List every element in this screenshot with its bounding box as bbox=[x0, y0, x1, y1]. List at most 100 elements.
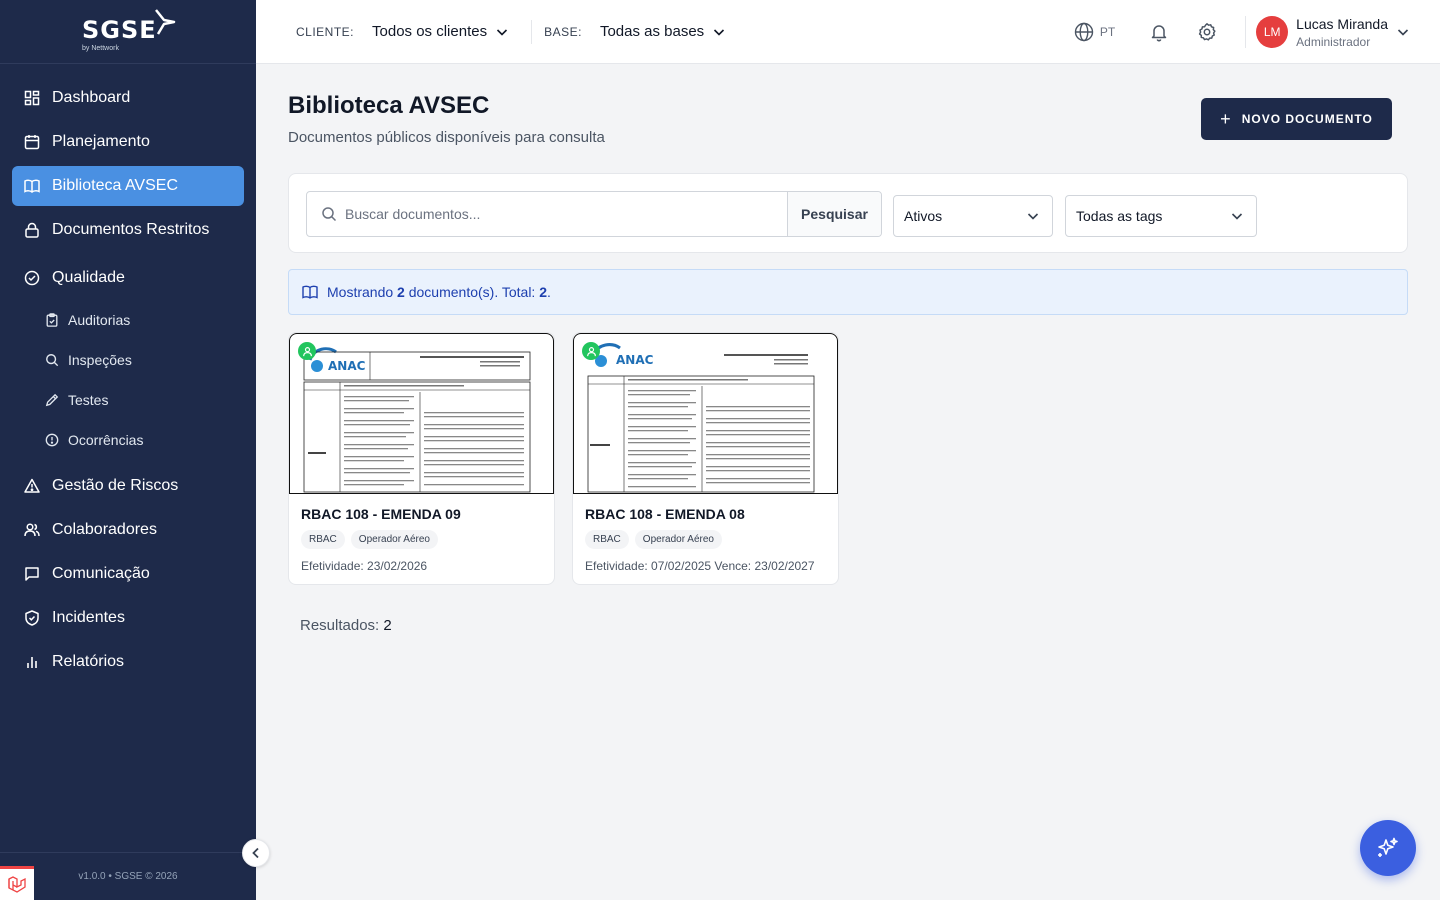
info-suffix: . bbox=[547, 284, 551, 300]
logo-text: SGSE bbox=[82, 15, 157, 44]
sidebar-item-dashboard[interactable]: Dashboard bbox=[12, 78, 244, 118]
search-icon bbox=[44, 352, 60, 368]
language-code: PT bbox=[1099, 25, 1116, 39]
tag-filter-value: Todas as tags bbox=[1076, 208, 1163, 224]
page-title: Biblioteca AVSEC bbox=[288, 92, 490, 119]
users-icon bbox=[24, 522, 40, 538]
debugbar-toggle[interactable] bbox=[0, 866, 34, 900]
app-logo[interactable]: SGSE by Nettwork bbox=[80, 8, 176, 52]
anac-logo-text: ANAC bbox=[328, 359, 366, 373]
sidebar-item-label: Colaboradores bbox=[52, 521, 157, 538]
client-select[interactable]: Todos os clientes bbox=[372, 23, 509, 40]
sidebar-item-colaboradores[interactable]: Colaboradores bbox=[12, 510, 244, 550]
sidebar-subitem-testes[interactable]: Testes bbox=[12, 382, 244, 418]
sidebar-collapse-button[interactable] bbox=[242, 839, 270, 867]
sidebar-item-label: Relatórios bbox=[52, 653, 125, 670]
document-dates: Efetividade: 07/02/2025 Vence: 23/02/202… bbox=[585, 559, 815, 573]
chevron-left-icon bbox=[252, 847, 259, 859]
sidebar-subitem-inspecoes[interactable]: Inspeções bbox=[12, 342, 244, 378]
sidebar-item-biblioteca-avsec[interactable]: Biblioteca AVSEC bbox=[12, 166, 244, 206]
document-tags: RBAC Operador Aéreo bbox=[301, 530, 444, 549]
logo-subtitle: by Nettwork bbox=[82, 44, 119, 52]
check-circle-icon bbox=[24, 270, 40, 286]
sidebar-item-label: Qualidade bbox=[52, 269, 125, 286]
filter-card: Pesquisar Ativos Todas as tags bbox=[288, 173, 1408, 253]
tag-badge: RBAC bbox=[585, 530, 629, 549]
sidebar-subitem-label: Inspeções bbox=[68, 352, 132, 368]
sidebar-subitem-ocorrencias[interactable]: Ocorrências bbox=[12, 422, 244, 458]
gear-icon bbox=[1199, 23, 1216, 41]
sidebar-item-qualidade[interactable]: Qualidade bbox=[12, 258, 244, 298]
search-input[interactable] bbox=[345, 206, 765, 222]
sidebar-nav: Dashboard Planejamento Biblioteca AVSEC … bbox=[0, 64, 256, 682]
public-user-icon bbox=[582, 342, 600, 360]
search-icon bbox=[322, 207, 337, 222]
tag-badge: RBAC bbox=[301, 530, 345, 549]
bell-icon bbox=[1151, 25, 1167, 42]
message-square-icon bbox=[24, 566, 40, 582]
base-select[interactable]: Todas as bases bbox=[600, 23, 726, 40]
document-title: RBAC 108 - EMENDA 08 bbox=[585, 506, 745, 522]
language-selector[interactable]: PT bbox=[1074, 22, 1115, 42]
chevron-down-icon bbox=[1397, 29, 1409, 36]
calendar-icon bbox=[24, 134, 40, 150]
shield-check-icon bbox=[24, 610, 40, 626]
sidebar-subitem-label: Auditorias bbox=[68, 312, 131, 328]
chevron-down-icon bbox=[714, 28, 725, 36]
user-menu[interactable]: LM Lucas Miranda Administrador bbox=[1256, 16, 1410, 49]
search-button[interactable]: Pesquisar bbox=[787, 192, 881, 236]
document-preview: ANAC bbox=[303, 347, 531, 493]
header-actions: PT LM Lucas Miranda Administrador bbox=[1074, 0, 1440, 64]
search-field bbox=[307, 192, 787, 236]
anac-logo-text: ANAC bbox=[616, 353, 654, 367]
info-prefix: Mostrando bbox=[327, 284, 398, 300]
alert-circle-icon bbox=[44, 432, 60, 448]
sidebar-item-label: Gestão de Riscos bbox=[52, 477, 179, 494]
sidebar: SGSE by Nettwork Dashboard Planejamento … bbox=[0, 0, 256, 900]
tag-filter-select[interactable]: Todas as tags bbox=[1065, 195, 1257, 237]
sidebar-item-comunicacao[interactable]: Comunicação bbox=[12, 554, 244, 594]
search-box: Pesquisar bbox=[306, 191, 882, 237]
document-preview: ANAC bbox=[587, 343, 815, 493]
sidebar-item-gestao-de-riscos[interactable]: Gestão de Riscos bbox=[12, 466, 244, 506]
pencil-icon bbox=[44, 392, 60, 408]
sidebar-item-label: Incidentes bbox=[52, 609, 125, 626]
sidebar-footer: v1.0.0 • SGSE © 2026 bbox=[0, 852, 256, 900]
sidebar-item-label: Dashboard bbox=[52, 89, 131, 106]
ai-assistant-button[interactable] bbox=[1360, 820, 1416, 876]
sidebar-item-planejamento[interactable]: Planejamento bbox=[12, 122, 244, 162]
status-filter-select[interactable]: Ativos bbox=[893, 195, 1053, 237]
document-card[interactable]: ANAC bbox=[288, 332, 555, 585]
client-filter-label: CLIENTE: bbox=[296, 24, 355, 39]
document-card[interactable]: ANAC bbox=[572, 332, 839, 585]
document-thumbnail: ANAC bbox=[573, 333, 838, 494]
document-tags: RBAC Operador Aéreo bbox=[585, 530, 728, 549]
info-middle: documento(s). Total: bbox=[404, 284, 540, 300]
plane-icon bbox=[155, 8, 176, 35]
new-document-button[interactable]: + NOVO DOCUMENTO bbox=[1201, 98, 1392, 140]
base-select-value: Todas as bases bbox=[599, 23, 705, 40]
info-shown-count: 2 bbox=[397, 284, 405, 300]
public-user-icon bbox=[298, 342, 316, 360]
notifications-button[interactable] bbox=[1149, 22, 1169, 42]
user-divider bbox=[1245, 16, 1247, 48]
tag-badge: Operador Aéreo bbox=[350, 530, 438, 549]
settings-button[interactable] bbox=[1197, 22, 1217, 42]
results-info-bar: Mostrando 2 documento(s). Total: 2. bbox=[288, 269, 1408, 315]
results-count: Resultados: 2 bbox=[300, 617, 392, 634]
page-subtitle: Documentos públicos disponíveis para con… bbox=[288, 129, 605, 146]
book-open-icon bbox=[302, 285, 318, 299]
sparkles-icon bbox=[1378, 837, 1398, 857]
chevron-down-icon bbox=[1027, 213, 1039, 220]
sidebar-item-documentos-restritos[interactable]: Documentos Restritos bbox=[12, 210, 244, 250]
results-number: 2 bbox=[383, 617, 392, 634]
sidebar-item-relatorios[interactable]: Relatórios bbox=[12, 642, 244, 682]
laravel-icon bbox=[8, 875, 26, 893]
sidebar-subitem-auditorias[interactable]: Auditorias bbox=[12, 302, 244, 338]
sidebar-item-incidentes[interactable]: Incidentes bbox=[12, 598, 244, 638]
sidebar-item-label: Comunicação bbox=[52, 565, 150, 582]
clipboard-check-icon bbox=[44, 312, 60, 328]
lock-icon bbox=[24, 222, 40, 238]
sidebar-subitem-label: Ocorrências bbox=[68, 432, 144, 448]
sidebar-subitem-label: Testes bbox=[68, 392, 109, 408]
